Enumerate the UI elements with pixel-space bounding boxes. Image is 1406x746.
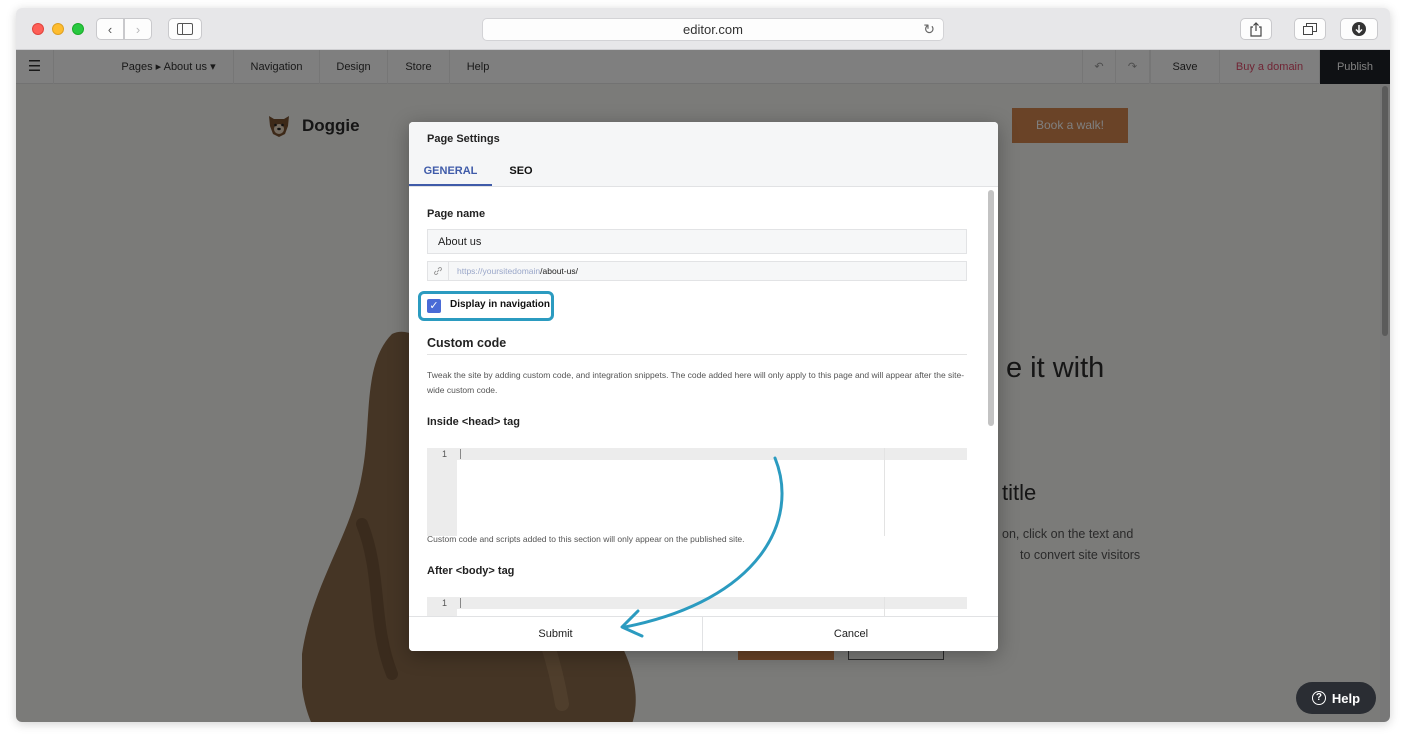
head-tag-label: Inside <head> tag <box>427 416 520 428</box>
link-icon <box>428 262 449 280</box>
back-button[interactable]: ‹ <box>96 18 124 40</box>
checkbox-checked-icon[interactable]: ✓ <box>427 299 441 313</box>
modal-body: Page name About us https://yoursitedomai… <box>409 188 998 616</box>
tabs-overview-button[interactable] <box>1294 18 1326 40</box>
display-in-navigation-label[interactable]: Display in navigation <box>450 299 550 310</box>
address-text: editor.com <box>683 22 743 37</box>
tabs-icon <box>1303 23 1317 35</box>
close-window-button[interactable] <box>32 23 44 35</box>
minimize-window-button[interactable] <box>52 23 64 35</box>
page-name-label: Page name <box>427 208 486 220</box>
help-button[interactable]: ? Help <box>1296 682 1376 714</box>
custom-code-title: Custom code <box>427 336 507 350</box>
display-in-navigation-toggle[interactable]: ✓ Display in navigation <box>418 291 554 321</box>
address-bar[interactable]: editor.com ↻ <box>482 18 944 41</box>
url-slug: /about-us/ <box>540 266 578 276</box>
text-cursor <box>460 598 461 608</box>
line-gutter: 1 <box>427 448 457 536</box>
body-code-editor[interactable]: 1 <box>427 597 967 616</box>
submit-button[interactable]: Submit <box>409 617 703 651</box>
question-icon: ? <box>1311 691 1326 705</box>
help-button-label: Help <box>1331 690 1361 706</box>
head-code-editor[interactable]: 1 <box>427 448 967 536</box>
modal-footer: Submit Cancel <box>409 616 998 651</box>
zoom-window-button[interactable] <box>72 23 84 35</box>
share-icon <box>1250 21 1262 37</box>
forward-button[interactable]: › <box>124 18 152 40</box>
tab-general[interactable]: GENERAL <box>409 159 492 186</box>
modal-title: Page Settings <box>427 133 500 145</box>
body-tag-label: After <body> tag <box>427 565 515 577</box>
page-url-field[interactable]: https://yoursitedomain/about-us/ <box>427 261 967 281</box>
chevron-left-icon: ‹ <box>107 21 113 37</box>
reload-icon[interactable]: ↻ <box>923 19 935 40</box>
print-margin <box>884 597 885 616</box>
text-cursor <box>460 449 461 459</box>
chevron-right-icon: › <box>135 21 141 37</box>
custom-code-description: Tweak the site by adding custom code, an… <box>427 370 965 395</box>
section-divider <box>427 354 967 355</box>
share-button[interactable] <box>1240 18 1272 40</box>
modal-header: Page Settings GENERAL SEO <box>409 122 998 187</box>
browser-chrome: ‹ › editor.com ↻ <box>16 8 1390 50</box>
line-gutter: 1 <box>427 597 457 616</box>
head-code-hint: Custom code and scripts added to this se… <box>427 534 745 544</box>
downloads-button[interactable] <box>1340 18 1378 40</box>
cancel-button[interactable]: Cancel <box>704 617 998 651</box>
url-domain: https://yoursitedomain <box>457 266 541 276</box>
print-margin <box>884 448 885 536</box>
page-settings-modal: Page Settings GENERAL SEO Page name Abou… <box>409 122 998 651</box>
modal-scroll-thumb[interactable] <box>988 190 994 426</box>
sidebar-icon <box>177 23 193 35</box>
sidebar-toggle-button[interactable] <box>168 18 202 40</box>
download-icon <box>1352 22 1366 36</box>
page-name-input[interactable]: About us <box>427 229 967 254</box>
tab-seo[interactable]: SEO <box>501 159 541 186</box>
